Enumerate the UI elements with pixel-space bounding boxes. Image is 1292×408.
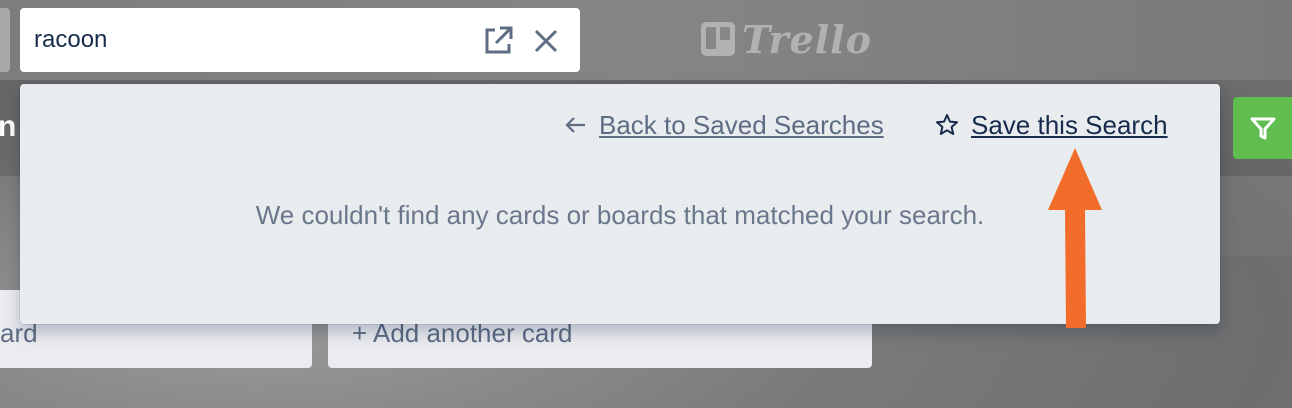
- close-icon[interactable]: [528, 24, 564, 58]
- save-this-search-link[interactable]: Save this Search: [935, 108, 1168, 142]
- back-to-saved-searches-link[interactable]: Back to Saved Searches: [565, 108, 884, 142]
- external-link-icon[interactable]: [480, 24, 516, 58]
- search-box: [20, 8, 580, 72]
- search-input[interactable]: [34, 22, 464, 58]
- filter-icon: [1250, 117, 1276, 140]
- save-link-label: Save this Search: [971, 109, 1168, 140]
- list-placeholder: [1220, 176, 1292, 256]
- star-icon: [935, 113, 959, 137]
- filter-button[interactable]: [1233, 97, 1292, 159]
- header-button-stub[interactable]: [0, 8, 10, 72]
- trello-logo-icon: [701, 22, 735, 56]
- board-title[interactable]: n: [0, 110, 16, 144]
- back-link-label: Back to Saved Searches: [599, 109, 884, 140]
- trello-logo[interactable]: Trello: [700, 16, 872, 62]
- annotation-arrow-icon: [1048, 148, 1102, 328]
- arrow-left-icon: [565, 116, 587, 134]
- logo-text: Trello: [742, 16, 872, 62]
